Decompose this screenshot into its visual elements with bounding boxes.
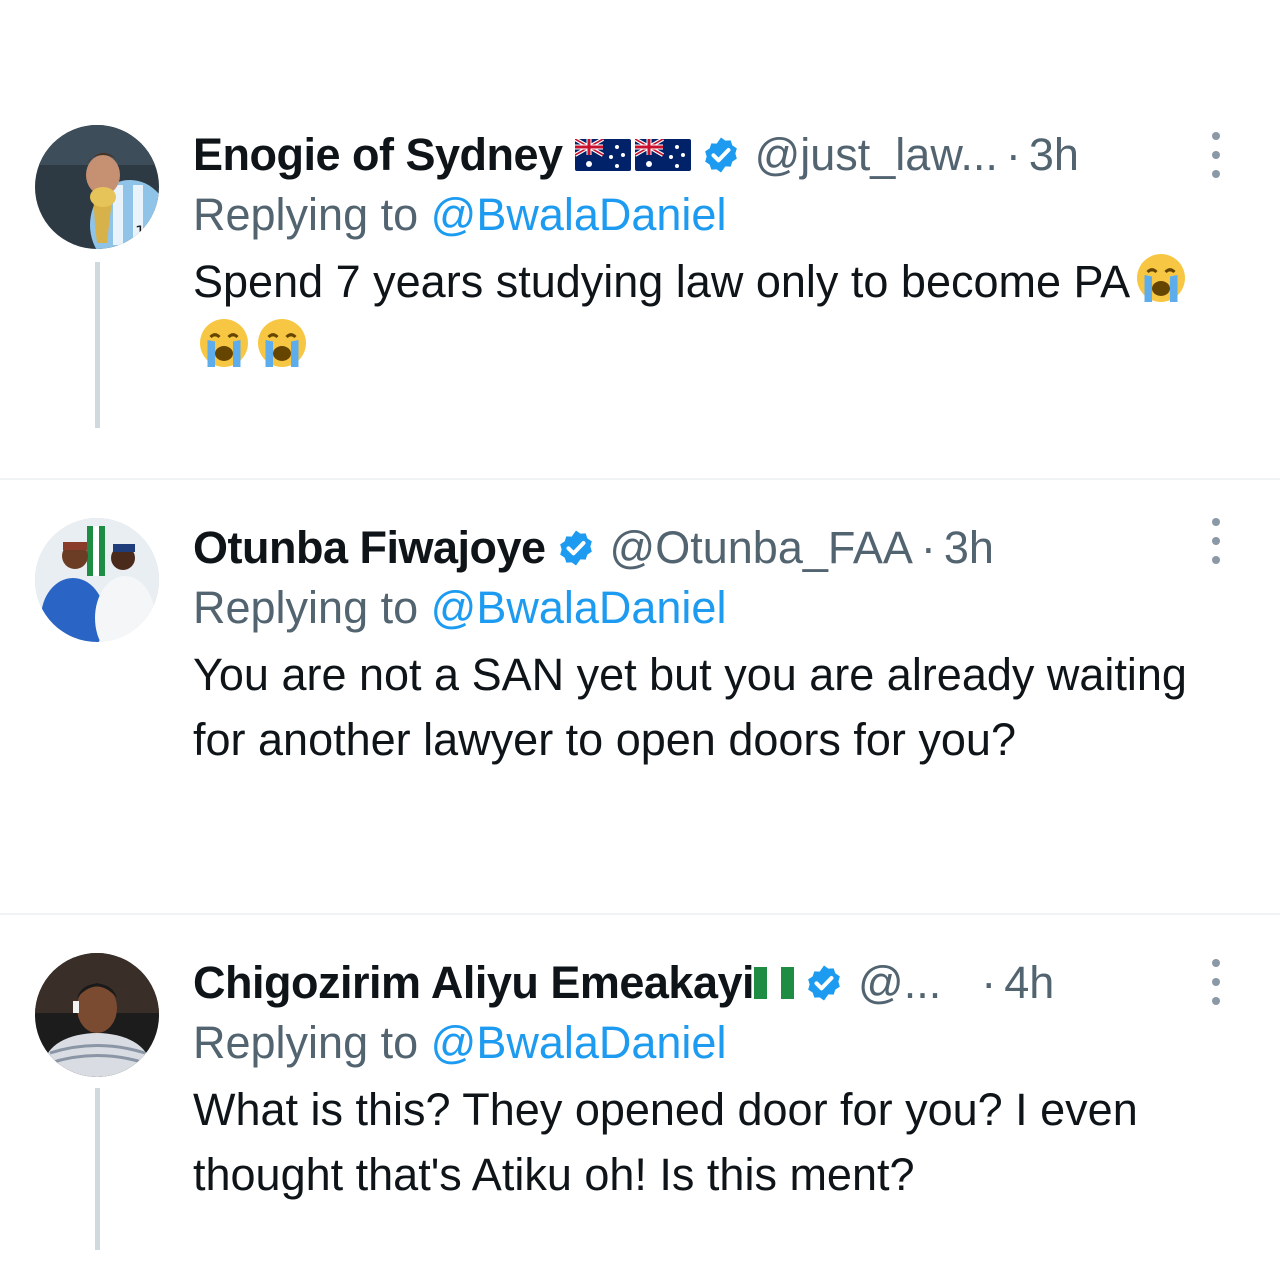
username[interactable]: @Otunba_FAA [610, 518, 913, 578]
more-options-icon[interactable] [1210, 959, 1222, 1005]
username[interactable]: @just_law... [755, 125, 998, 185]
replying-to-mention[interactable]: @BwalaDaniel [431, 1017, 727, 1068]
separator-dot: · [981, 957, 997, 1008]
replying-to: Replying to @BwalaDaniel [193, 578, 1250, 642]
australia-flag-icon [574, 139, 631, 171]
thread-line [95, 262, 100, 428]
tweet-text: What is this? They opened door for you? … [193, 1084, 1138, 1200]
tweet-text: Spend 7 years studying law only to becom… [193, 249, 1193, 379]
display-name[interactable]: Enogie of Sydney [193, 125, 563, 185]
replying-to-label: Replying to [193, 1017, 431, 1068]
replying-to: Replying to @BwalaDaniel [193, 185, 1250, 249]
timestamp[interactable]: 4h [1004, 953, 1054, 1013]
tweet-header: Enogie of Sydney @just_law... · 3h [193, 125, 1250, 185]
timestamp[interactable]: 3h [1029, 125, 1079, 185]
tweet-header: Chigozirim Aliyu Emeakayi @... · 4h [193, 953, 1250, 1013]
tweet-reply[interactable]: Chigozirim Aliyu Emeakayi @... · 4h Repl… [0, 915, 1280, 1280]
replying-to-mention[interactable]: @BwalaDaniel [431, 189, 727, 240]
loudly-crying-face-icon [1137, 254, 1186, 302]
nigeria-flag-icon [754, 967, 795, 999]
more-options-icon[interactable] [1210, 518, 1222, 564]
australia-flag-icon [634, 139, 691, 171]
loudly-crying-face-icon [200, 319, 248, 367]
verified-badge-icon [559, 530, 592, 566]
tweet-text: You are not a SAN yet but you are alread… [193, 649, 1187, 765]
verified-badge-icon [704, 137, 737, 173]
replying-to-label: Replying to [193, 582, 431, 633]
avatar-image [35, 953, 159, 1077]
tweet-text-body: Spend 7 years studying law only to becom… [193, 256, 1131, 307]
avatar-image: 10 [35, 125, 159, 249]
replying-to: Replying to @BwalaDaniel [193, 1013, 1250, 1077]
loudly-crying-face-icon [258, 319, 306, 367]
tweet-header: Otunba Fiwajoye @Otunba_FAA · 3h [193, 518, 1250, 578]
tweet-reply[interactable]: 10 Enogie of Sydney @just_law... · 3h Re… [0, 0, 1280, 480]
replying-to-label: Replying to [193, 189, 431, 240]
more-options-icon[interactable] [1210, 132, 1222, 178]
replying-to-mention[interactable]: @BwalaDaniel [431, 582, 727, 633]
avatar-image [35, 518, 159, 642]
timestamp[interactable]: 3h [944, 518, 994, 578]
avatar[interactable] [35, 518, 159, 642]
avatar[interactable] [35, 953, 159, 1077]
svg-text:10: 10 [135, 222, 155, 241]
separator-dot: · [1005, 129, 1021, 180]
verified-badge-icon [808, 965, 840, 1001]
display-name[interactable]: Chigozirim Aliyu Emeakayi [193, 953, 755, 1013]
avatar[interactable]: 10 [35, 125, 159, 249]
tweet-reply[interactable]: Otunba Fiwajoye @Otunba_FAA · 3h Replyin… [0, 480, 1280, 915]
thread-line [95, 1088, 100, 1250]
display-name[interactable]: Otunba Fiwajoye [193, 518, 546, 578]
separator-dot: · [920, 522, 936, 573]
username[interactable]: @... [858, 953, 941, 1013]
